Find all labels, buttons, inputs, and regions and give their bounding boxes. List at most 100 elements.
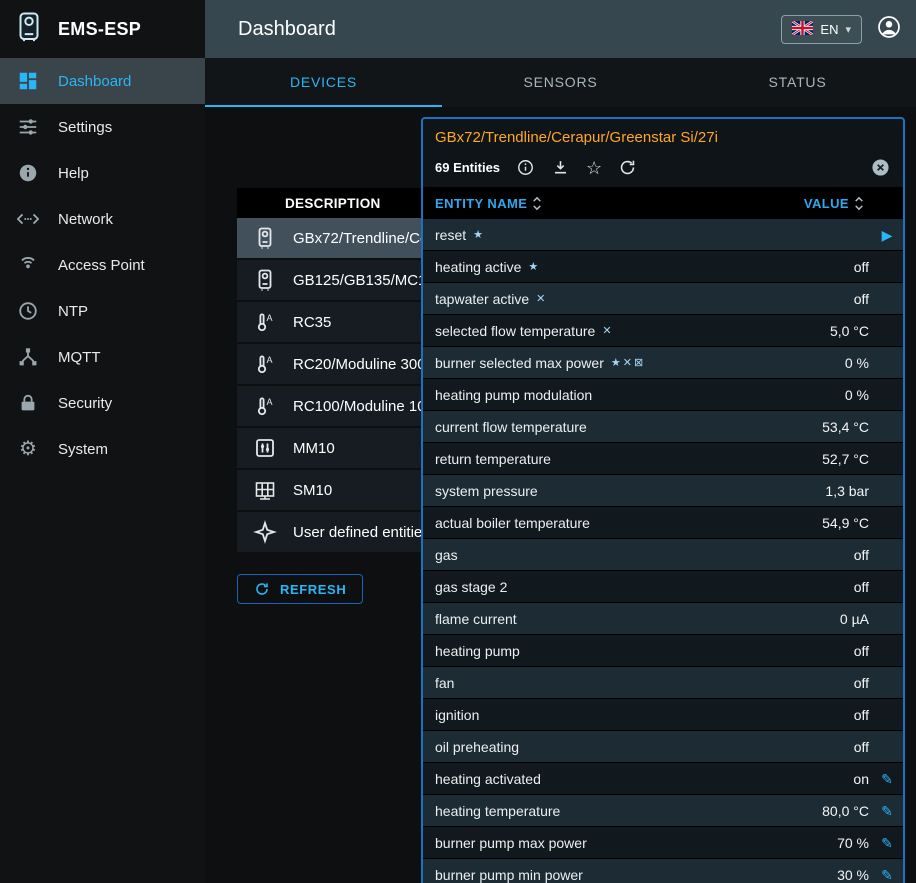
entity-row[interactable]: heating activatedon✎ — [423, 763, 903, 795]
sidebar-item-system[interactable]: ⚙ System — [0, 426, 205, 472]
sidebar: EMS-ESP Dashboard Settings Help Network — [0, 0, 205, 883]
sidebar-item-mqtt[interactable]: MQTT — [0, 334, 205, 380]
sort-icon[interactable] — [853, 195, 865, 212]
svg-text:A: A — [267, 355, 273, 365]
entity-value: 5,0 °C — [830, 323, 869, 339]
sidebar-item-network[interactable]: Network — [0, 196, 205, 242]
entity-name: heating temperature — [435, 803, 560, 819]
info-icon[interactable] — [516, 158, 535, 177]
top-app-bar: Dashboard EN ▾ — [205, 0, 916, 58]
entity-row[interactable]: gas stage 2off — [423, 571, 903, 603]
entity-value: 30 % — [837, 867, 869, 883]
refresh-button-label: REFRESH — [280, 582, 346, 597]
app-logo-header: EMS-ESP — [0, 0, 205, 58]
wifi-tethering-icon — [16, 254, 40, 276]
entity-table-header: ENTITY NAME VALUE — [423, 187, 903, 219]
entity-row[interactable]: burner pump max power70 %✎ — [423, 827, 903, 859]
entity-value: 0 % — [845, 387, 869, 403]
entity-flags: ✕ — [602, 324, 613, 337]
entity-row[interactable]: return temperature 52,7 °C — [423, 443, 903, 475]
sidebar-item-label: System — [58, 441, 108, 458]
lock-icon — [16, 392, 40, 414]
entity-value: off — [854, 707, 869, 723]
tab-devices[interactable]: DEVICES — [205, 58, 442, 107]
tab-sensors[interactable]: SENSORS — [442, 58, 679, 107]
download-icon[interactable] — [551, 158, 570, 177]
sidebar-item-dashboard[interactable]: Dashboard — [0, 58, 205, 104]
edit-icon[interactable]: ✎ — [871, 868, 903, 882]
entity-value: off — [854, 259, 869, 275]
run-command-icon[interactable]: ▶ — [871, 228, 903, 242]
sidebar-item-label: Settings — [58, 119, 112, 136]
entity-name: heating active — [435, 259, 521, 275]
uk-flag-icon — [792, 21, 813, 38]
entity-value: 52,7 °C — [822, 451, 869, 467]
edit-icon[interactable]: ✎ — [871, 772, 903, 786]
language-selector[interactable]: EN ▾ — [781, 15, 862, 44]
boiler-logo-icon — [12, 10, 46, 49]
sidebar-item-security[interactable]: Security — [0, 380, 205, 426]
entity-row[interactable]: fan off — [423, 667, 903, 699]
panel-device-title: GBx72/Trendline/Cerapur/Greenstar Si/27i — [423, 119, 903, 150]
device-label: GB125/GB135/MC10 — [293, 272, 435, 289]
entity-value: 1,3 bar — [825, 483, 869, 499]
entity-row[interactable]: heating pump modulation0 % — [423, 379, 903, 411]
entity-name: return temperature — [435, 451, 551, 467]
entity-name: fan — [435, 675, 454, 691]
entity-row[interactable]: system pressure1,3 bar — [423, 475, 903, 507]
entity-value: 0 µA — [840, 611, 869, 627]
sidebar-item-settings[interactable]: Settings — [0, 104, 205, 150]
entity-row[interactable]: gasoff — [423, 539, 903, 571]
sidebar-item-label: Network — [58, 211, 113, 228]
entity-name: heating pump — [435, 643, 520, 659]
entity-row[interactable]: flame current0 µA — [423, 603, 903, 635]
ethernet-icon — [16, 208, 40, 230]
custom-entities-icon — [253, 520, 277, 544]
sidebar-item-label: NTP — [58, 303, 88, 320]
entity-row[interactable]: ignitionoff — [423, 699, 903, 731]
sidebar-item-label: Dashboard — [58, 73, 131, 90]
refresh-button[interactable]: REFRESH — [237, 574, 363, 604]
entity-row[interactable]: tapwater active✕off — [423, 283, 903, 315]
refresh-icon[interactable] — [618, 158, 637, 177]
device-label: RC100/Moduline 100 — [293, 398, 434, 415]
refresh-icon — [254, 581, 270, 597]
edit-icon[interactable]: ✎ — [871, 804, 903, 818]
language-code: EN — [820, 22, 838, 37]
entity-row[interactable]: current flow temperature53,4 °C — [423, 411, 903, 443]
entity-flags: ★✕⊠ — [611, 356, 645, 369]
entity-value: off — [854, 675, 869, 691]
dashboard-icon — [16, 70, 40, 92]
account-icon[interactable] — [876, 14, 902, 45]
entity-row[interactable]: selected flow temperature✕5,0 °C — [423, 315, 903, 347]
entity-name: burner pump min power — [435, 867, 583, 883]
sidebar-item-access-point[interactable]: Access Point — [0, 242, 205, 288]
tune-icon — [16, 116, 40, 138]
favorites-filter-icon[interactable]: ☆ — [586, 159, 602, 177]
entity-row[interactable]: burner selected max power ★✕⊠ 0 % — [423, 347, 903, 379]
entity-name: current flow temperature — [435, 419, 587, 435]
entity-row[interactable]: actual boiler temperature54,9 °C — [423, 507, 903, 539]
tab-status[interactable]: STATUS — [679, 58, 916, 107]
sidebar-item-label: Security — [58, 395, 112, 412]
sidebar-item-help[interactable]: Help — [0, 150, 205, 196]
svg-text:A: A — [267, 397, 273, 407]
edit-icon[interactable]: ✎ — [871, 836, 903, 850]
entity-row[interactable]: heating pumpoff — [423, 635, 903, 667]
entity-row[interactable]: burner pump min power 30 %✎ — [423, 859, 903, 883]
sort-icon[interactable] — [531, 195, 543, 212]
entity-name: heating activated — [435, 771, 541, 787]
device-entities-panel: GBx72/Trendline/Cerapur/Greenstar Si/27i… — [421, 117, 905, 883]
entity-value: 0 % — [845, 355, 869, 371]
device-label: User defined entities — [293, 524, 430, 541]
entity-row[interactable]: heating active★off — [423, 251, 903, 283]
close-icon[interactable] — [870, 157, 891, 178]
sidebar-item-ntp[interactable]: NTP — [0, 288, 205, 334]
entity-name: burner selected max power — [435, 355, 604, 371]
entity-row[interactable]: heating temperature80,0 °C✎ — [423, 795, 903, 827]
entity-row[interactable]: reset★▶ — [423, 219, 903, 251]
entity-rows: reset★▶ heating active★off tapwater acti… — [423, 219, 903, 883]
entity-row[interactable]: oil preheatingoff — [423, 731, 903, 763]
entity-value: 54,9 °C — [822, 515, 869, 531]
thermostat-icon: A — [253, 310, 277, 334]
